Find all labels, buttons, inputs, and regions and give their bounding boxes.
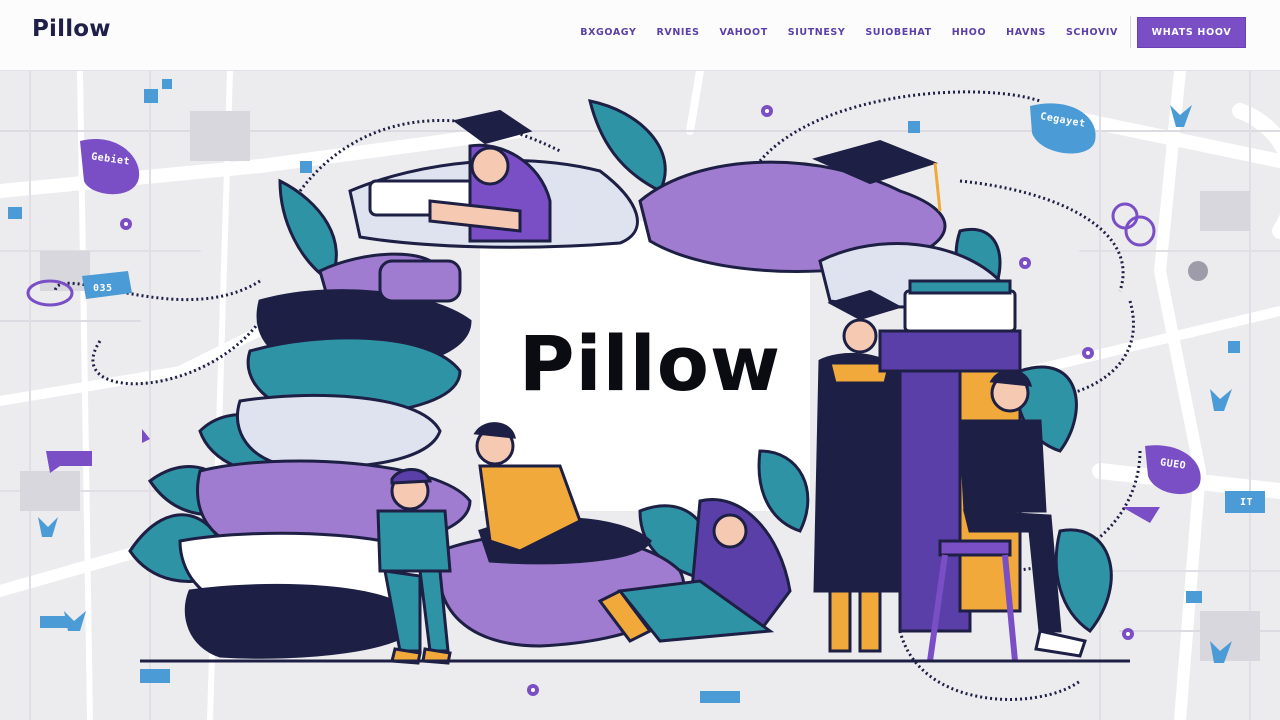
nav-link-5[interactable]: SUIOBEHAT (865, 27, 931, 38)
nav-link-2[interactable]: RVNIES (656, 27, 699, 38)
cta-button[interactable]: WHATS HOOV (1137, 17, 1246, 48)
nav-link-6[interactable]: HHOO (952, 27, 986, 38)
hero-title: Pillow (518, 319, 782, 408)
tag-it: IT (1240, 497, 1254, 508)
top-navbar: Pillow BXGOAGY RVNIES VAHOOT SIUTNESY SU… (0, 0, 1280, 71)
hero-section: Pillow Gebiet Cegayet 035 GUEO IT (0, 71, 1280, 720)
nav-link-8[interactable]: SCHOVIV (1066, 27, 1118, 38)
nav-link-3[interactable]: VAHOOT (720, 27, 768, 38)
nav-link-1[interactable]: BXGOAGY (580, 27, 636, 38)
tag-035: 035 (93, 283, 113, 294)
brand-logo[interactable]: Pillow (32, 16, 111, 42)
nav-link-7[interactable]: HAVNS (1006, 27, 1046, 38)
nav-divider (1130, 16, 1131, 48)
nav-link-4[interactable]: SIUTNESY (788, 27, 846, 38)
main-nav: BXGOAGY RVNIES VAHOOT SIUTNESY SUIOBEHAT… (560, 27, 1118, 38)
